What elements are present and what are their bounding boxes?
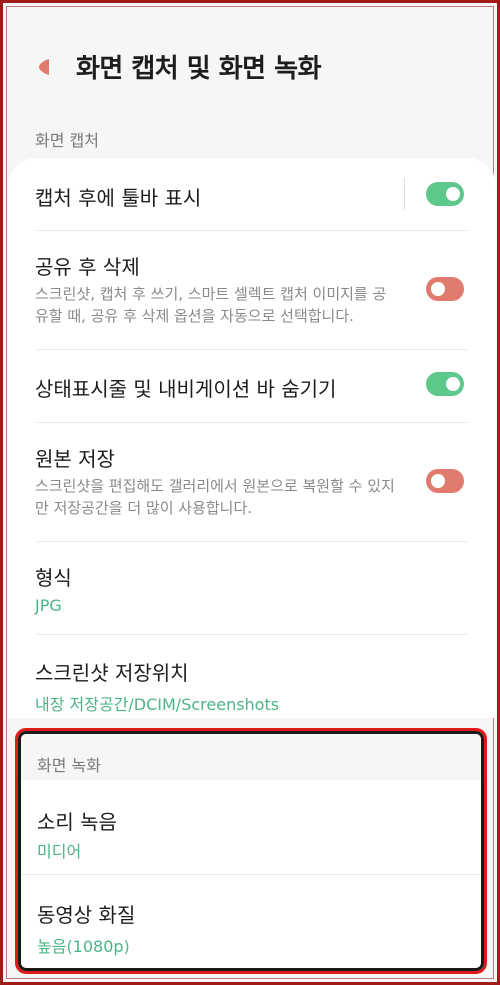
setting-title: 공유 후 삭제 bbox=[35, 255, 140, 279]
setting-description: 스크린샷, 캡처 후 쓰기, 스마트 셀렉트 캡처 이미지를 공유할 때, 공유… bbox=[35, 285, 387, 325]
setting-row-toolbar[interactable]: 캡처 후에 툴바 표시 bbox=[8, 158, 496, 230]
setting-title: 원본 저장 bbox=[35, 447, 115, 471]
setting-row-save-original[interactable]: 원본 저장 스크린샷을 편집해도 갤러리에서 원본으로 복원할 수 있지만 저장… bbox=[8, 423, 496, 541]
setting-value: 높음(1080p) bbox=[37, 937, 130, 956]
section-header-recording: 화면 녹화 bbox=[21, 734, 481, 780]
back-arrow-icon bbox=[39, 59, 49, 75]
toggle-knob bbox=[446, 377, 460, 391]
toolbar-toggle[interactable] bbox=[426, 182, 464, 206]
delete-after-share-toggle[interactable] bbox=[426, 277, 464, 301]
screen-recording-highlight: 화면 녹화 소리 녹음 미디어 동영상 화질 높음(1080p) bbox=[15, 728, 487, 974]
toggle-knob bbox=[446, 187, 460, 201]
section-label-capture: 화면 캡처 bbox=[35, 131, 99, 150]
save-original-toggle[interactable] bbox=[426, 469, 464, 493]
capture-settings-card: 캡처 후에 툴바 표시 공유 후 삭제 스크린샷, 캡처 후 쓰기, 스마트 셀… bbox=[8, 158, 496, 718]
section-label-recording: 화면 녹화 bbox=[37, 756, 101, 775]
header: 화면 캡처 및 화면 녹화 bbox=[3, 3, 497, 133]
setting-description: 스크린샷을 편집해도 갤러리에서 원본으로 복원할 수 있지만 저장공간을 더 … bbox=[35, 477, 395, 517]
setting-row-format[interactable]: 형식 JPG bbox=[8, 542, 496, 634]
setting-row-hide-status-nav[interactable]: 상태표시줄 및 내비게이션 바 숨기기 bbox=[8, 350, 496, 422]
setting-value: 미디어 bbox=[37, 842, 82, 861]
setting-value: 내장 저장공간/DCIM/Screenshots bbox=[35, 695, 280, 714]
setting-row-delete-after-share[interactable]: 공유 후 삭제 스크린샷, 캡처 후 쓰기, 스마트 셀렉트 캡처 이미지를 공… bbox=[8, 231, 496, 349]
screen: 화면 캡처 및 화면 녹화 화면 캡처 캡처 후에 툴바 표시 공유 후 삭제 … bbox=[0, 0, 500, 985]
hide-status-nav-toggle[interactable] bbox=[426, 372, 464, 396]
setting-value: JPG bbox=[35, 596, 62, 615]
setting-row-video-quality[interactable]: 동영상 화질 높음(1080p) bbox=[21, 875, 481, 968]
setting-row-sound-record[interactable]: 소리 녹음 미디어 bbox=[21, 780, 481, 874]
setting-row-screenshot-location[interactable]: 스크린샷 저장위치 내장 저장공간/DCIM/Screenshots bbox=[8, 635, 496, 718]
back-button[interactable] bbox=[33, 55, 57, 79]
toggle-knob bbox=[431, 282, 445, 296]
setting-title: 형식 bbox=[35, 566, 72, 590]
setting-title: 동영상 화질 bbox=[37, 903, 136, 927]
setting-title: 캡처 후에 툴바 표시 bbox=[35, 186, 202, 210]
setting-title: 소리 녹음 bbox=[37, 810, 117, 834]
toggle-knob bbox=[431, 474, 445, 488]
vertical-separator bbox=[404, 178, 405, 210]
setting-title: 상태표시줄 및 내비게이션 바 숨기기 bbox=[35, 377, 337, 401]
setting-title: 스크린샷 저장위치 bbox=[35, 661, 189, 685]
page-title: 화면 캡처 및 화면 녹화 bbox=[76, 54, 322, 84]
